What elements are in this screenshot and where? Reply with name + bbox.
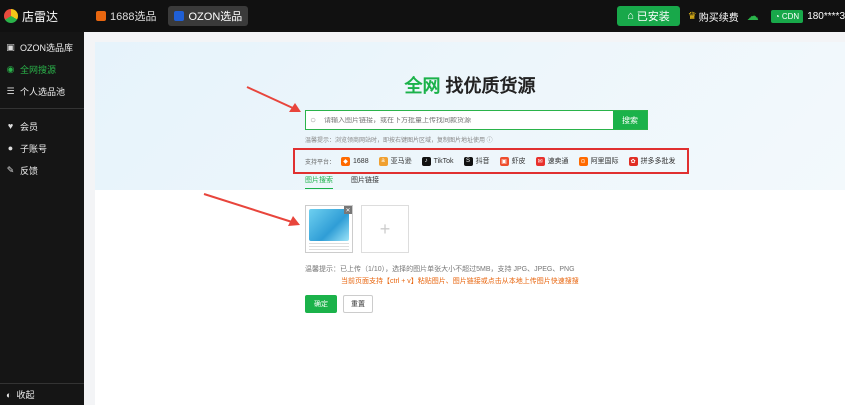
search-icon: ○	[310, 114, 317, 126]
page-title: 全网 找优质货源	[404, 76, 536, 96]
brand-logo-icon	[4, 9, 18, 23]
tab-image-link[interactable]: 图片链接	[351, 175, 379, 189]
platform-alibaba[interactable]: ⊙ 阿里国际	[578, 156, 619, 166]
search-button[interactable]: 搜索	[613, 111, 647, 129]
platform-aliexpress[interactable]: ✉ 速卖通	[535, 156, 569, 166]
list-icon: ☰	[6, 85, 15, 96]
uploaded-image-caption	[309, 243, 349, 251]
uploaded-image-preview	[309, 209, 349, 241]
1688-icon: ◆	[341, 156, 351, 166]
crown-icon: ♥	[7, 121, 14, 131]
wifi-icon: ◔	[774, 11, 780, 21]
collapse-button[interactable]: ◐ 收起	[0, 383, 84, 405]
account-phone[interactable]: 180****3	[807, 11, 845, 22]
sidebar-divider	[0, 108, 84, 109]
installed-button[interactable]: ⌂ 已安装	[617, 6, 680, 26]
hero-section: 全网 找优质货源 ○ 搜索 温馨提示：浏览领商网站时，即按右键图片区域，复制图片…	[95, 42, 845, 190]
upload-hint: 温馨提示：已上传（1/10），选择的图片单张大小不超过5MB，支持 JPG、JP…	[305, 266, 575, 273]
tab-image-search[interactable]: 图片搜索	[305, 175, 333, 189]
shopee-icon: ▣	[499, 156, 509, 166]
sidebar-item-sub-account[interactable]: ● 子账号	[0, 137, 84, 159]
search-mode-tabs: 图片搜索 图片链接	[305, 175, 397, 189]
ozon-icon	[174, 11, 185, 21]
uploaded-image[interactable]: ✕	[305, 205, 353, 253]
platforms-label: 支持平台：	[305, 159, 336, 166]
sidebar-item-web-search[interactable]: ◉ 全网搜源	[0, 58, 84, 80]
platform-1688[interactable]: ◆ 1688	[341, 156, 369, 166]
aliexpress-icon: ✉	[535, 156, 545, 166]
tab-1688[interactable]: 1688选品	[90, 6, 162, 26]
search-tip: 温馨提示：浏览领商网站时，即按右键图片区域，复制图片地址使用 ⓘ	[305, 138, 493, 144]
plus-icon: +	[379, 218, 391, 239]
sidebar-item-personal-pool[interactable]: ☰ 个人选品池	[0, 80, 84, 102]
sidebar-item-feedback[interactable]: ✎ 反馈	[0, 159, 84, 181]
amazon-icon: a	[378, 156, 388, 166]
platform-shopee[interactable]: ▣ 虾皮	[499, 156, 526, 166]
brand[interactable]: 店雷达	[0, 0, 84, 32]
search-input[interactable]	[324, 116, 613, 124]
main-panel: 全网 找优质货源 ○ 搜索 温馨提示：浏览领商网站时，即按右键图片区域，复制图片…	[95, 42, 845, 405]
platform-douyin[interactable]: S 抖音	[463, 156, 490, 166]
home-icon: ⌂	[627, 10, 634, 22]
alibaba-icon: ⊙	[578, 156, 588, 166]
cloud-icon[interactable]: ☁	[747, 9, 759, 23]
top-bar: 店雷达 1688选品 OZON选品 ⌂ 已安装 ♛ 购买续费 ☁ ◔ CDN 1…	[0, 0, 845, 32]
reset-button[interactable]: 重置	[343, 295, 373, 313]
paste-hint: 当前页面支持【ctrl + v】粘贴图片、图片链接或点击从本地上传图片快速搜搜	[341, 278, 579, 285]
search-bar: ○ 搜索	[305, 110, 648, 130]
sidebar: ▣ OZON选品库 ◉ 全网搜源 ☰ 个人选品池 ♥ 会员 ● 子账号 ✎ 反馈…	[0, 32, 84, 405]
platform-tiktok[interactable]: ♪ TikTok	[421, 156, 454, 166]
brand-name: 店雷达	[22, 9, 59, 24]
platform-pinduoduo[interactable]: ✿ 拼多多批发	[628, 156, 676, 166]
add-image-button[interactable]: +	[361, 205, 409, 253]
confirm-button[interactable]: 确定	[305, 295, 337, 313]
feedback-icon: ✎	[6, 164, 15, 175]
wifi-badge: ◔ CDN	[770, 9, 804, 23]
buy-renew-button[interactable]: ♛ 购买续费	[688, 9, 739, 24]
collapse-icon: ◐	[6, 389, 12, 400]
1688-icon	[96, 11, 106, 21]
crown-icon: ♛	[687, 10, 697, 22]
sidebar-item-ozon-library[interactable]: ▣ OZON选品库	[0, 36, 84, 58]
platform-amazon[interactable]: a 亚马逊	[378, 156, 412, 166]
remove-image-icon[interactable]: ✕	[344, 206, 352, 214]
search-icon: ◉	[6, 63, 15, 74]
tiktok-icon: ♪	[421, 156, 431, 166]
pinduoduo-icon: ✿	[628, 156, 638, 166]
user-icon: ●	[7, 143, 14, 153]
supported-platforms: 支持平台： ◆ 1688 a 亚马逊 ♪ TikTok S 抖音 ▣ 虾皮 ✉ 速卖通 ⊙ 阿…	[293, 148, 689, 174]
douyin-icon: S	[463, 156, 473, 166]
sidebar-item-member[interactable]: ♥ 会员	[0, 115, 84, 137]
box-icon: ▣	[6, 41, 15, 52]
tab-ozon[interactable]: OZON选品	[168, 6, 249, 26]
